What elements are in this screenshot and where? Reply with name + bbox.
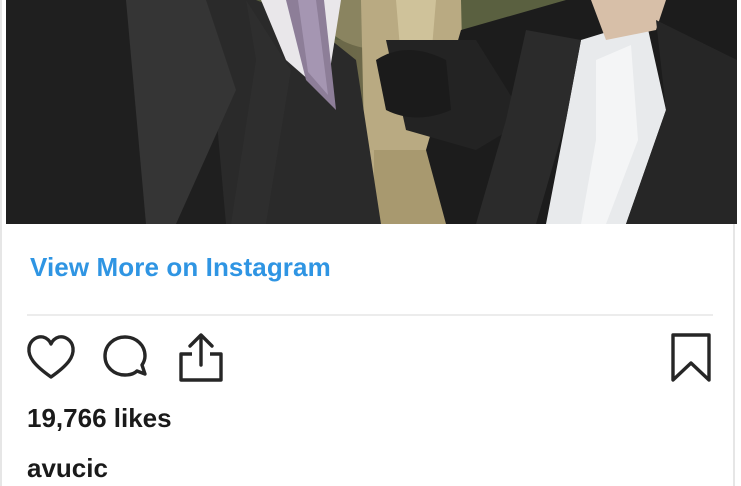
post-username[interactable]: avucic [27, 453, 108, 484]
view-more-on-instagram-link[interactable]: View More on Instagram [30, 252, 331, 283]
share-icon [179, 333, 223, 382]
like-button[interactable] [26, 334, 76, 382]
comment-icon [103, 335, 147, 377]
instagram-embed-card: View More on Instagram 19,766 likes avuc… [0, 0, 737, 486]
divider [27, 314, 713, 316]
comment-button[interactable] [101, 334, 151, 384]
save-button[interactable] [669, 332, 713, 384]
share-button[interactable] [177, 332, 225, 384]
bookmark-icon [671, 333, 711, 382]
post-photo-illustration [6, 0, 737, 224]
post-photo[interactable] [6, 0, 737, 224]
heart-icon [27, 335, 75, 379]
likes-count[interactable]: 19,766 likes [27, 403, 172, 434]
